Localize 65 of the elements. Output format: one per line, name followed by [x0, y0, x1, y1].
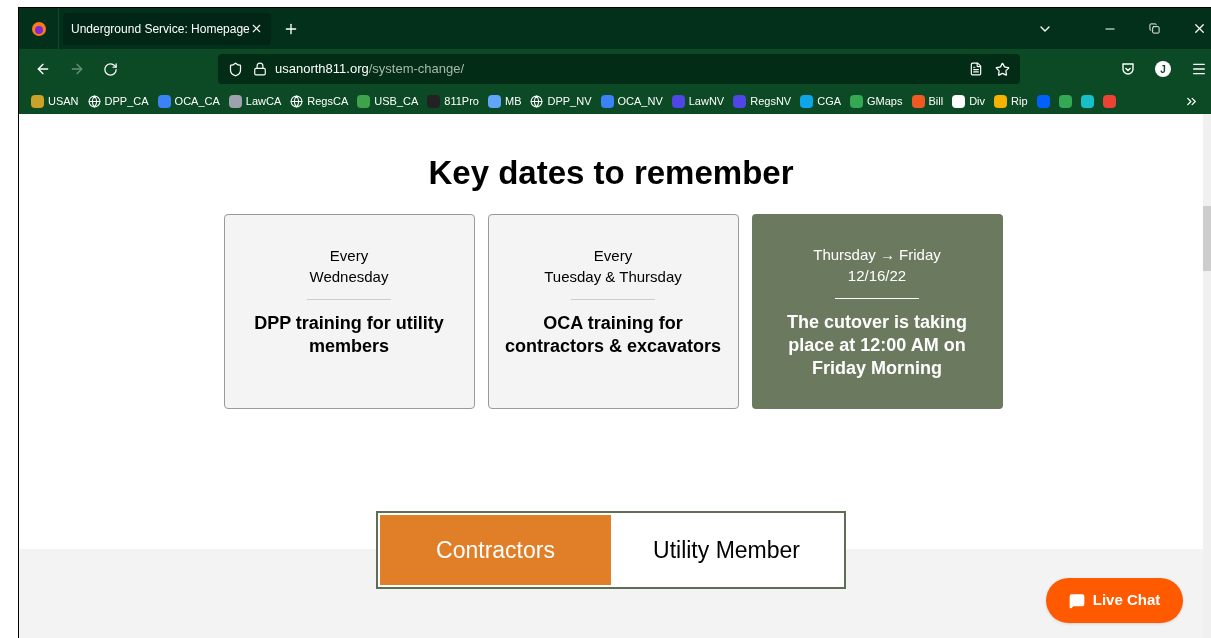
bookmark-link[interactable]: Rip — [994, 93, 1028, 110]
bookmark-link[interactable]: RegsNV — [733, 93, 792, 110]
browser-tab[interactable]: Underground Service: Homepage — [63, 12, 271, 45]
site-icon — [357, 95, 371, 108]
card-title: DPP training for utility members — [253, 311, 445, 358]
site-icon — [994, 95, 1008, 108]
bookmark-link[interactable]: RegsCA — [290, 93, 349, 110]
site-icon[interactable] — [1058, 95, 1072, 108]
reader-view-icon[interactable] — [969, 62, 983, 76]
card-date-text: Tuesday & Thursday — [544, 266, 682, 287]
site-icon[interactable] — [1102, 95, 1116, 108]
bookmark-link[interactable]: OCA_NV — [600, 93, 663, 110]
close-window-icon[interactable] — [1192, 21, 1207, 36]
globe-icon — [87, 95, 101, 108]
card-date-text: Every — [329, 245, 369, 266]
reload-icon[interactable] — [103, 61, 118, 77]
globe-icon — [290, 95, 304, 108]
site-icon — [600, 95, 614, 108]
bookmark-link[interactable]: LawNV — [671, 93, 725, 110]
bookmark-link[interactable]: Div — [952, 93, 986, 110]
bookmark-link[interactable]: DPP_NV — [530, 93, 592, 110]
bookmark-link[interactable]: LawCA — [228, 93, 282, 110]
site-icon — [850, 95, 864, 108]
address-bar[interactable]: usanorth811.org/system-change/ — [218, 54, 1020, 84]
bookmark-link[interactable]: USAN — [31, 93, 79, 110]
site-icon — [671, 95, 685, 108]
bookmark-link[interactable]: CGA — [800, 93, 842, 110]
close-icon[interactable] — [250, 22, 263, 35]
menu-icon[interactable] — [1191, 61, 1207, 77]
bookmark-star-icon[interactable] — [995, 61, 1010, 77]
url-text: usanorth811.org/system-change/ — [275, 60, 465, 79]
lock-icon[interactable] — [253, 62, 267, 76]
site-icon — [31, 95, 44, 108]
site-icon — [733, 95, 747, 108]
bookmark-link[interactable]: USB_CA — [357, 93, 419, 110]
bookmark-link[interactable]: GMaps — [850, 93, 903, 110]
site-icon — [952, 95, 966, 108]
forward-icon[interactable] — [69, 61, 85, 77]
card-date-text: Thursday → Friday — [813, 244, 941, 265]
bookmark-link[interactable]: OCA_CA — [157, 93, 220, 110]
card-title: OCA training for contractors & excavators — [503, 311, 723, 358]
scrollbar-thumb[interactable] — [1203, 206, 1211, 271]
site-icon — [427, 95, 441, 108]
card-date-text: Every — [593, 245, 633, 266]
restore-icon[interactable] — [1149, 23, 1160, 34]
card-title: The cutover is taking place at 12:00 AM on Friday Morning — [785, 310, 968, 380]
bookmark-link[interactable]: DPP_CA — [87, 93, 149, 110]
card-date-text: 12/16/22 — [847, 265, 907, 286]
site-icon — [157, 95, 171, 108]
site-icon[interactable] — [1080, 95, 1094, 108]
profile-avatar[interactable]: J — [1155, 61, 1171, 77]
site-icon — [487, 95, 501, 108]
bookmark-link[interactable]: 811Pro — [427, 93, 479, 110]
site-icon — [228, 95, 242, 108]
site-icon — [911, 95, 925, 108]
bookmark-link[interactable]: Bill — [911, 93, 944, 110]
card-date-text: Wednesday — [309, 266, 389, 287]
site-icon — [800, 95, 814, 108]
bookmark-link[interactable]: MB — [487, 93, 522, 110]
shield-icon[interactable] — [228, 61, 243, 77]
back-icon[interactable] — [35, 61, 51, 77]
globe-icon — [530, 95, 544, 108]
tab-title: Underground Service: Homepage — [71, 20, 250, 38]
section-heading: Key dates to remember — [428, 153, 794, 193]
chat-icon — [1068, 592, 1085, 609]
